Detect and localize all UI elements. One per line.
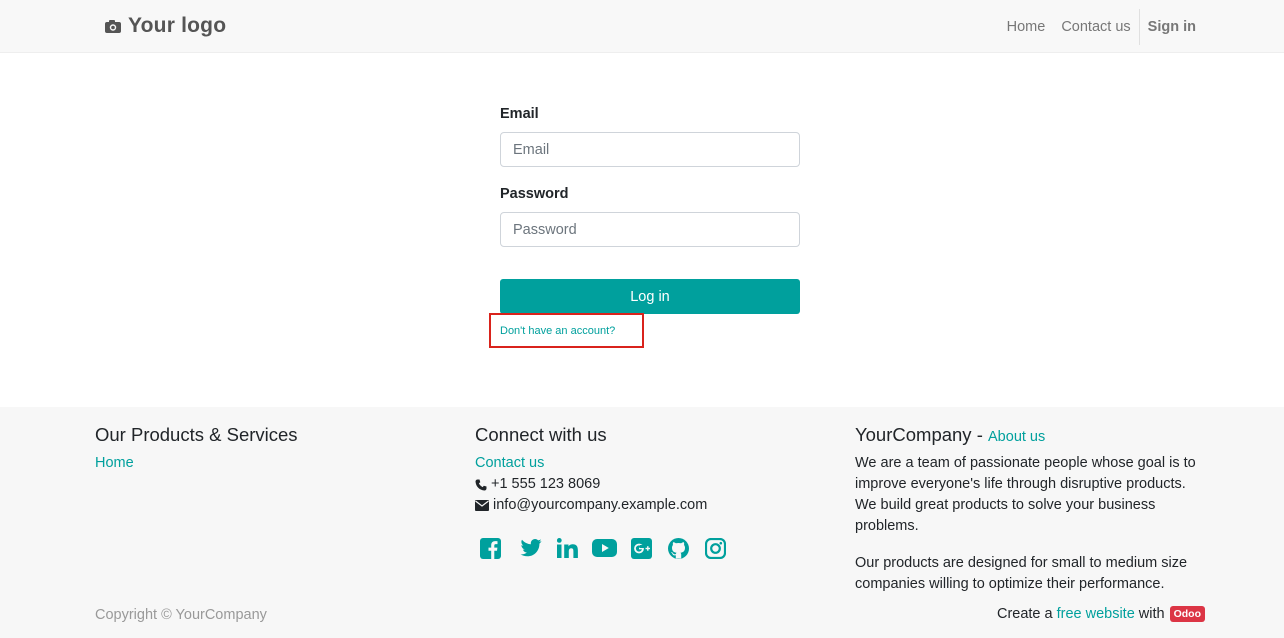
footer-phone-text: +1 555 123 8069 — [491, 476, 601, 492]
footer-products-column: Our Products & Services Home — [95, 423, 298, 474]
copyright-text: Copyright © YourCompany — [95, 607, 267, 623]
footer-connect-column: Connect with us Contact us +1 555 123 80… — [475, 423, 734, 560]
footer-phone: +1 555 123 8069 — [475, 474, 734, 495]
footer: Our Products & Services Home Connect wit… — [0, 407, 1284, 638]
site-logo[interactable]: Your logo — [104, 13, 226, 39]
footer-company-title: YourCompany - About us — [855, 423, 1205, 447]
instagram-icon[interactable] — [697, 536, 734, 560]
twitter-icon[interactable] — [512, 536, 549, 560]
login-form: Email Password Log in — [500, 104, 800, 314]
nav-contact-link[interactable]: Contact us — [1053, 19, 1138, 35]
nav-home-link[interactable]: Home — [999, 19, 1054, 35]
create-prefix: Create a — [996, 606, 1053, 622]
top-navbar: Your logo Home Contact us Sign in — [0, 0, 1284, 53]
password-field[interactable] — [500, 212, 800, 247]
email-label: Email — [500, 106, 539, 122]
google-plus-icon[interactable] — [623, 536, 660, 560]
log-in-button[interactable]: Log in — [500, 279, 800, 314]
company-name: YourCompany — [855, 424, 972, 445]
password-label: Password — [500, 186, 569, 202]
phone-icon — [475, 479, 487, 490]
facebook-icon[interactable] — [475, 536, 512, 560]
github-icon[interactable] — [660, 536, 697, 560]
logo-text: Your logo — [128, 14, 227, 37]
title-separator: - — [971, 424, 989, 445]
camera-icon — [105, 20, 121, 33]
youtube-icon[interactable] — [586, 536, 623, 560]
company-products-text: Our products are designed for small to m… — [855, 555, 1188, 592]
email-field[interactable] — [500, 132, 800, 167]
footer-company-column: YourCompany - About us We are a team of … — [855, 423, 1205, 595]
create-website-note: Create a free website with Odoo — [997, 606, 1205, 622]
social-icons — [475, 536, 734, 560]
company-description: We are a team of passionate people whose… — [855, 455, 1196, 534]
footer-connect-title: Connect with us — [475, 424, 607, 445]
odoo-badge[interactable]: Odoo — [1169, 606, 1205, 622]
envelope-icon — [475, 500, 489, 511]
create-with: with — [1138, 606, 1165, 622]
main-nav: Home Contact us Sign in — [999, 0, 1196, 53]
sign-in-link[interactable]: Sign in — [1140, 19, 1196, 35]
linkedin-icon[interactable] — [549, 536, 586, 560]
free-website-link[interactable]: free website — [1057, 606, 1135, 622]
footer-email: info@yourcompany.example.com — [475, 495, 734, 516]
footer-contact-link[interactable]: Contact us — [475, 453, 734, 474]
about-us-link[interactable]: About us — [988, 429, 1045, 445]
footer-products-title: Our Products & Services — [95, 424, 298, 445]
signup-link[interactable]: Don't have an account? — [500, 325, 615, 337]
footer-email-text: info@yourcompany.example.com — [493, 497, 708, 513]
signup-link-highlight: Don't have an account? — [489, 313, 644, 348]
footer-home-link[interactable]: Home — [95, 453, 298, 474]
